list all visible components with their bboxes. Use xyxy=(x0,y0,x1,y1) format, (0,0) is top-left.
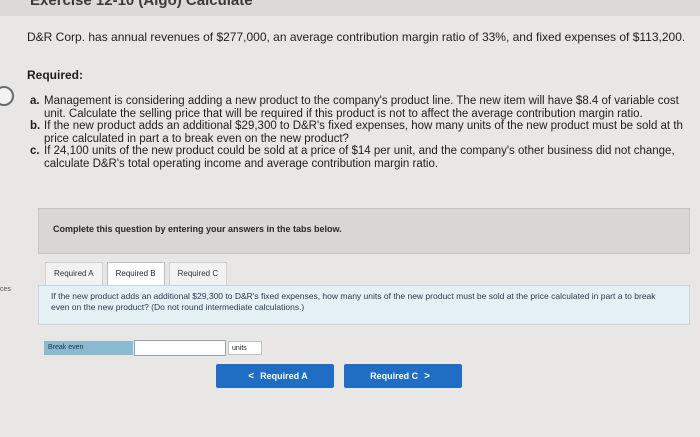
requirement-line: price calculated in part a to break even… xyxy=(44,132,349,145)
requirements-list: a. Management is considering adding a ne… xyxy=(30,95,700,170)
required-heading: Required: xyxy=(27,68,84,82)
requirement-tabs: Required A Required B Required C xyxy=(45,262,231,286)
prev-required-a-button[interactable]: < Required A xyxy=(216,364,334,388)
break-even-label: Break even xyxy=(44,341,133,355)
requirement-line: If the new product adds an additional $2… xyxy=(44,120,683,132)
requirement-line: If 24,100 units of the new product could… xyxy=(44,145,675,157)
tab-required-a[interactable]: Required A xyxy=(45,262,103,285)
top-strip: Exercise 12-10 (Algo) Calculate xyxy=(0,0,700,16)
requirement-line: calculate D&R's total operating income a… xyxy=(44,157,439,170)
prev-button-label: Required A xyxy=(260,371,308,381)
exercise-title: Exercise 12-10 (Algo) Calculate xyxy=(30,0,253,9)
chevron-left-icon: < xyxy=(248,371,255,382)
chevron-right-icon: > xyxy=(424,371,430,382)
break-even-input[interactable] xyxy=(134,340,226,356)
requirement-letter: b. xyxy=(30,120,41,132)
radio-icon xyxy=(0,86,14,106)
requirement-a: a. Management is considering adding a ne… xyxy=(30,95,700,120)
question-text: If the new product adds an additional $2… xyxy=(51,291,656,312)
requirement-line: Management is considering adding a new p… xyxy=(44,95,679,107)
next-required-c-button[interactable]: Required C > xyxy=(344,364,462,388)
requirement-letter: c. xyxy=(30,145,40,157)
next-button-label: Required C xyxy=(370,371,419,381)
requirement-letter: a. xyxy=(30,95,40,107)
tab-required-c[interactable]: Required C xyxy=(168,262,228,285)
requirement-c: c. If 24,100 units of the new product co… xyxy=(30,145,700,170)
requirement-b: b. If the new product adds an additional… xyxy=(30,120,700,145)
question-panel: If the new product adds an additional $2… xyxy=(38,285,690,325)
problem-statement: D&R Corp. has annual revenues of $277,00… xyxy=(27,30,686,44)
side-label: ces xyxy=(0,286,11,293)
requirement-line: unit. Calculate the selling price that w… xyxy=(44,107,643,120)
answer-row: Break even units xyxy=(44,340,262,356)
units-label: units xyxy=(228,341,262,355)
tab-required-b[interactable]: Required B xyxy=(106,262,165,285)
instruction-bar: Complete this question by entering your … xyxy=(38,208,690,254)
instruction-text: Complete this question by entering your … xyxy=(53,224,342,234)
